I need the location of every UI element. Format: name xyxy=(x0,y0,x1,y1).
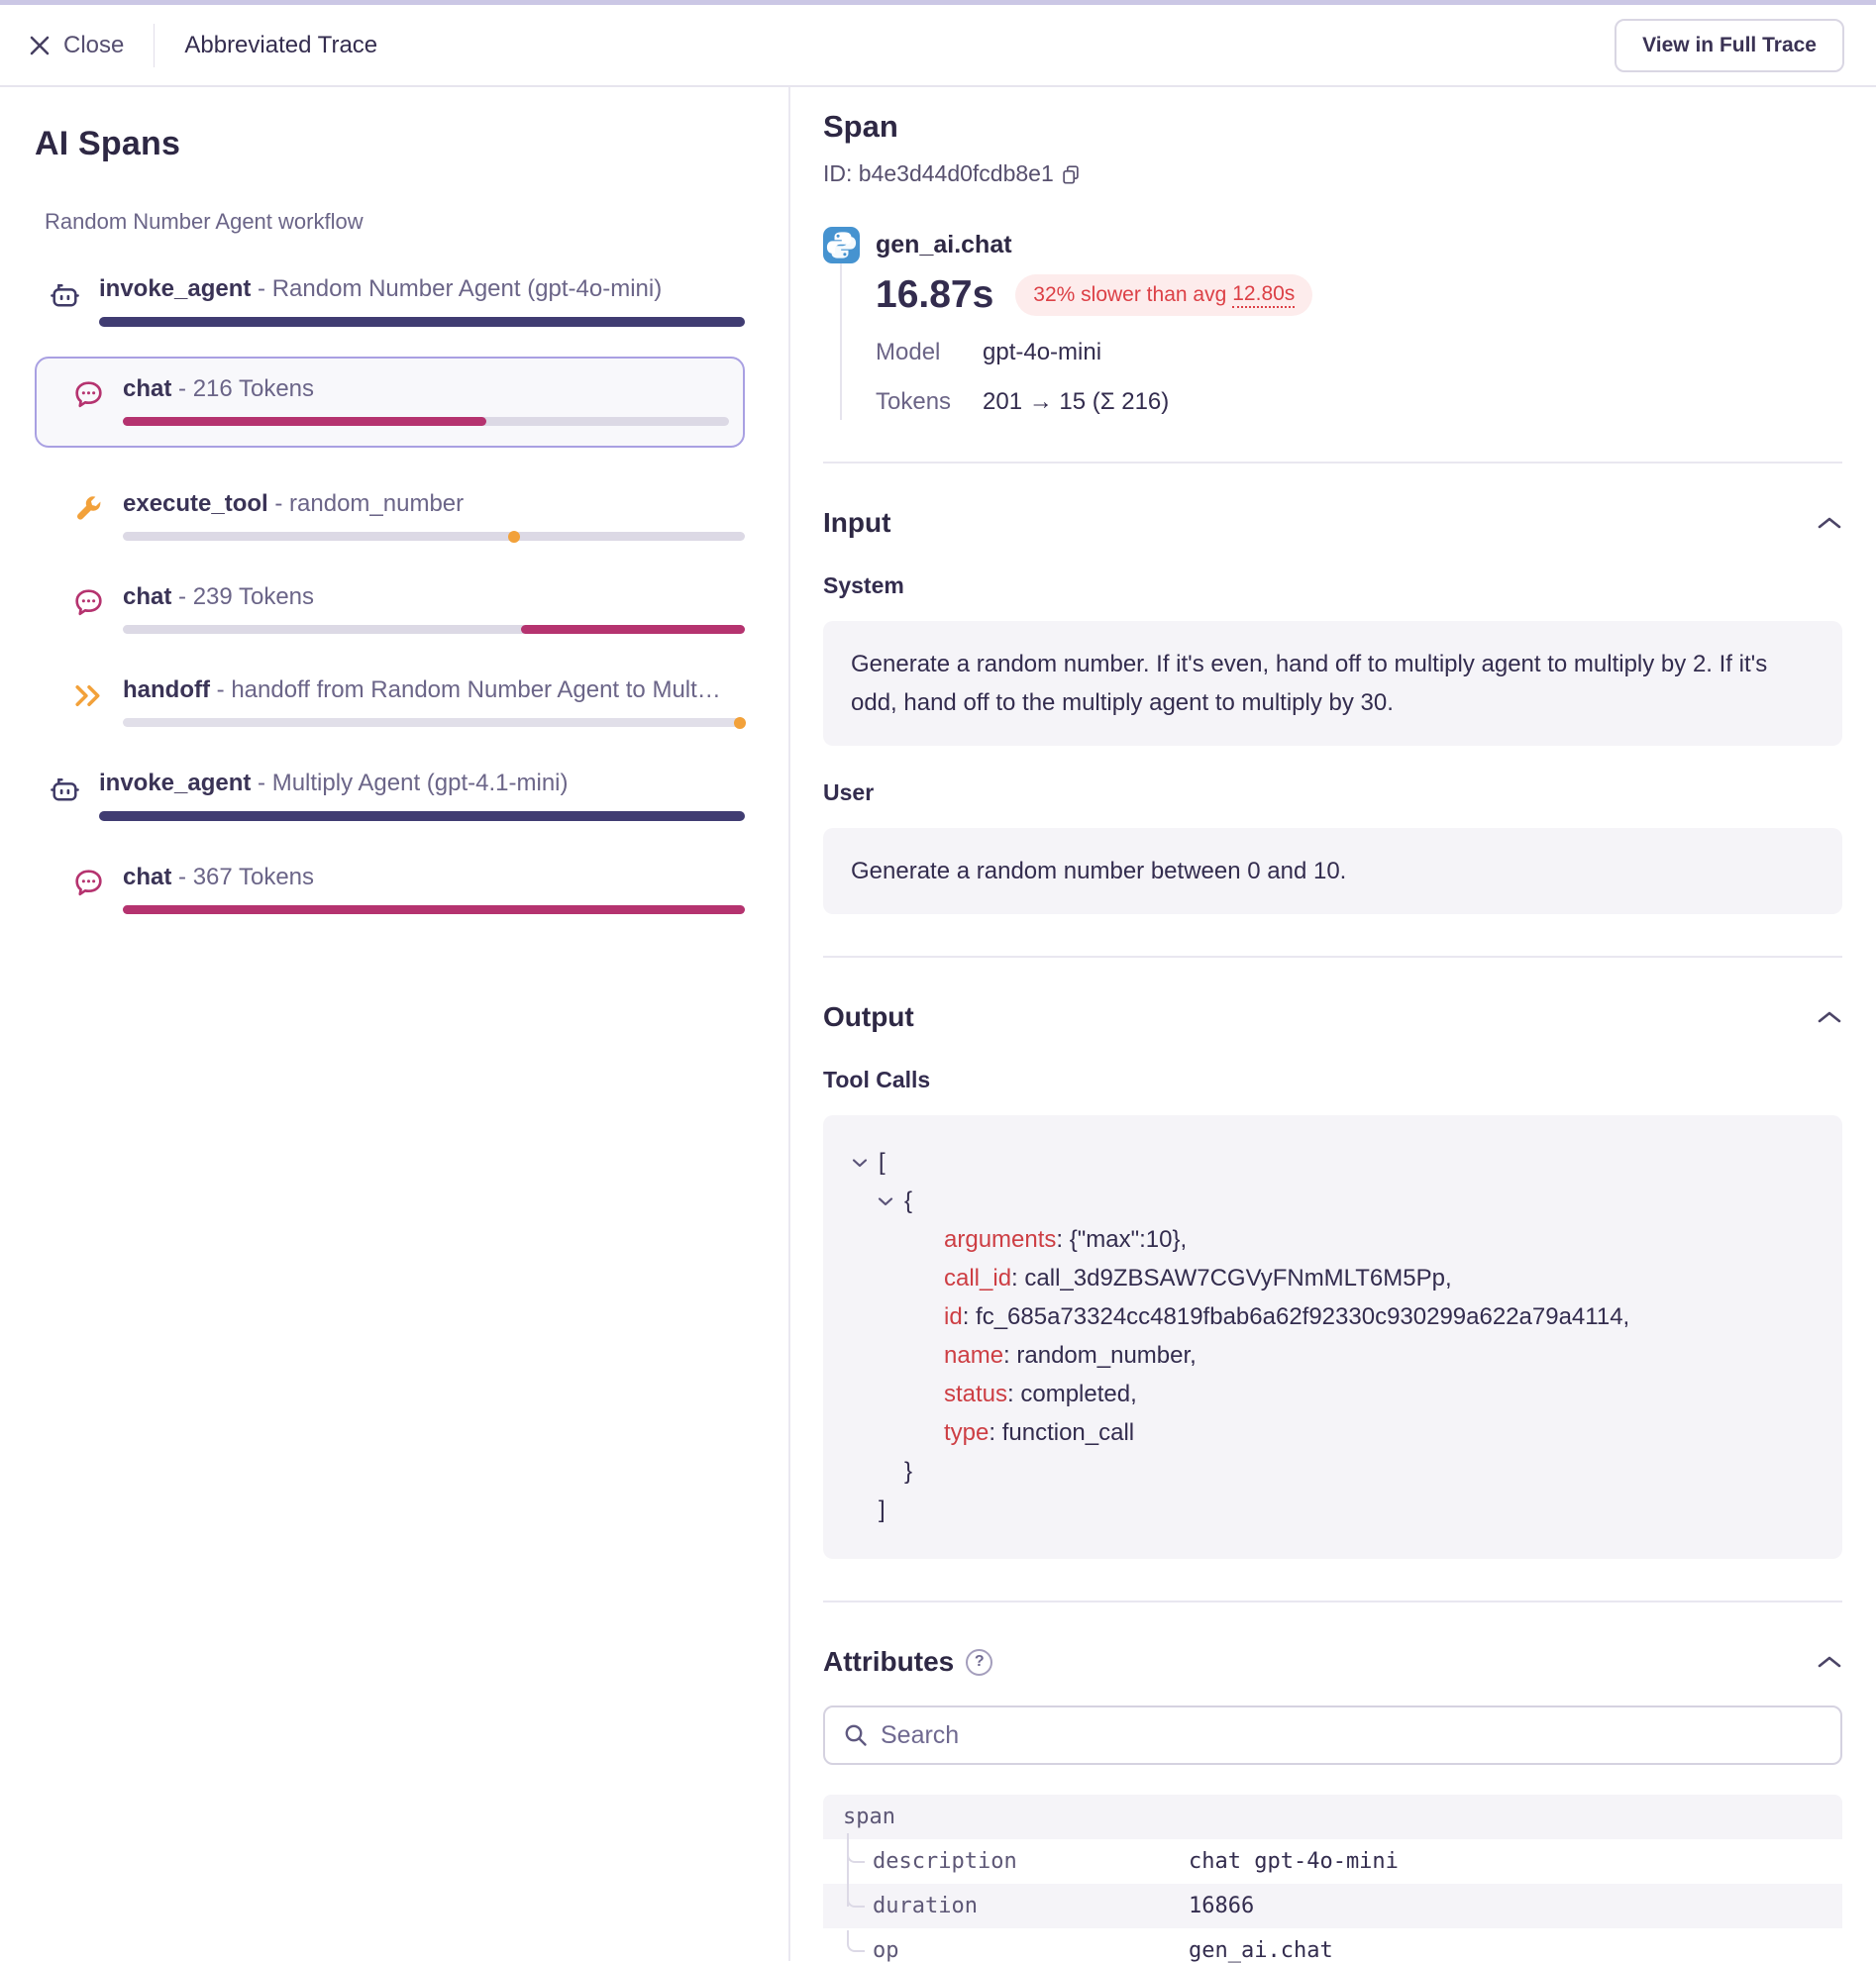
attr-row-duration: duration 16866 xyxy=(823,1884,1842,1928)
json-line: ] xyxy=(851,1491,1815,1529)
span-op-name: gen_ai.chat xyxy=(876,231,1012,259)
attributes-table: span description chat gpt-4o-mini durati… xyxy=(823,1795,1842,1963)
model-row: Model gpt-4o-mini xyxy=(876,339,1842,366)
chevron-down-icon[interactable] xyxy=(851,1157,869,1169)
span-label: invoke_agent - Random Number Agent (gpt-… xyxy=(99,274,745,304)
divider xyxy=(823,462,1842,464)
input-section-header: Input xyxy=(823,507,1842,539)
view-full-trace-button[interactable]: View in Full Trace xyxy=(1615,19,1844,72)
json-line: type: function_call xyxy=(851,1413,1815,1452)
span-duration-bar xyxy=(123,625,745,634)
span-label: chat - 216 Tokens xyxy=(123,374,729,404)
span-id: ID: b4e3d44d0fcdb8e1 xyxy=(823,160,1842,187)
attributes-section-header: Attributes ? xyxy=(823,1646,1842,1678)
span-label: handoff - handoff from Random Number Age… xyxy=(123,675,745,705)
attr-row-description: description chat gpt-4o-mini xyxy=(823,1839,1842,1884)
chat-icon xyxy=(70,584,107,621)
span-label: chat - 367 Tokens xyxy=(123,863,745,892)
topbar-divider xyxy=(154,24,155,67)
span-duration-bar xyxy=(123,532,745,541)
span-duration-bar xyxy=(99,811,745,821)
span-detail-heading: Span xyxy=(823,109,1842,145)
chat-icon xyxy=(70,865,107,901)
span-row-chat-367[interactable]: chat - 367 Tokens xyxy=(35,851,745,914)
collapse-output-icon[interactable] xyxy=(1817,1009,1842,1025)
tree-elbow xyxy=(847,1841,865,1863)
divider xyxy=(823,1601,1842,1602)
python-icon xyxy=(823,227,860,263)
search-input[interactable] xyxy=(881,1721,1823,1750)
json-line: call_id: call_3d9ZBSAW7CGVyFNmMLT6M5Pp, xyxy=(851,1259,1815,1297)
span-row-invoke-agent-multiply[interactable]: invoke_agent - Multiply Agent (gpt-4.1-m… xyxy=(35,757,745,821)
span-row-handoff[interactable]: handoff - handoff from Random Number Age… xyxy=(35,664,745,727)
span-label: chat - 239 Tokens xyxy=(123,582,745,612)
attr-row-span: span xyxy=(823,1795,1842,1839)
user-label: User xyxy=(823,779,1842,806)
json-line: status: completed, xyxy=(851,1375,1815,1413)
output-section-header: Output xyxy=(823,1001,1842,1033)
chevron-down-icon[interactable] xyxy=(877,1195,894,1207)
tokens-row: Tokens 201 → 15 (Σ 216) xyxy=(876,388,1842,416)
top-bar: Close Abbreviated Trace View in Full Tra… xyxy=(0,5,1876,87)
span-duration-bar xyxy=(99,317,745,327)
tool-calls-label: Tool Calls xyxy=(823,1067,1842,1093)
help-icon[interactable]: ? xyxy=(966,1649,992,1676)
robot-icon xyxy=(47,276,83,313)
attributes-heading: Attributes xyxy=(823,1646,954,1678)
close-button[interactable]: Close xyxy=(28,32,124,59)
search-icon xyxy=(843,1722,869,1748)
span-label: execute_tool - random_number xyxy=(123,489,745,519)
page-title: Abbreviated Trace xyxy=(184,32,377,59)
span-duration-bar xyxy=(123,417,729,426)
output-heading: Output xyxy=(823,1001,914,1033)
robot-icon xyxy=(47,771,83,807)
tool-calls-json: [ { arguments: {"max":10}, call_id: call… xyxy=(823,1115,1842,1559)
workflow-label: Random Number Agent workflow xyxy=(45,209,745,235)
collapse-attributes-icon[interactable] xyxy=(1817,1654,1842,1670)
handoff-icon xyxy=(70,677,107,714)
attributes-search[interactable] xyxy=(823,1705,1842,1765)
span-row-invoke-agent[interactable]: invoke_agent - Random Number Agent (gpt-… xyxy=(35,262,745,327)
wrench-icon xyxy=(70,491,107,528)
copy-icon[interactable] xyxy=(1060,163,1082,185)
avg-duration-link[interactable]: 12.80s xyxy=(1232,282,1295,308)
span-duration-bar xyxy=(123,718,745,727)
span-row-execute-tool[interactable]: execute_tool - random_number xyxy=(35,477,745,541)
system-label: System xyxy=(823,572,1842,599)
divider xyxy=(823,956,1842,958)
close-label: Close xyxy=(63,32,124,59)
span-row-chat-selected[interactable]: chat - 216 Tokens xyxy=(35,357,745,448)
json-line: name: random_number, xyxy=(851,1336,1815,1375)
input-heading: Input xyxy=(823,507,890,539)
span-duration: 16.87s xyxy=(876,273,993,317)
json-line: } xyxy=(851,1452,1815,1491)
json-line: arguments: {"max":10}, xyxy=(851,1220,1815,1259)
tree-elbow xyxy=(847,1886,865,1908)
user-message-box: Generate a random number between 0 and 1… xyxy=(823,828,1842,914)
span-duration-bar xyxy=(123,905,745,914)
collapse-input-icon[interactable] xyxy=(1817,515,1842,531)
attr-row-op: op gen_ai.chat xyxy=(823,1928,1842,1963)
ai-spans-panel: AI Spans Random Number Agent workflow in… xyxy=(0,87,790,1961)
json-line: id: fc_685a73324cc4819fbab6a62f92330c930… xyxy=(851,1297,1815,1336)
span-detail-panel: Span ID: b4e3d44d0fcdb8e1 gen_ai.chat 16… xyxy=(790,87,1876,1961)
close-icon xyxy=(28,34,52,57)
ai-spans-heading: AI Spans xyxy=(35,125,745,163)
tree-elbow xyxy=(847,1930,865,1952)
system-message-box: Generate a random number. If it's even, … xyxy=(823,621,1842,746)
chat-icon xyxy=(70,376,107,413)
span-list: invoke_agent - Random Number Agent (gpt-… xyxy=(35,262,745,914)
span-label: invoke_agent - Multiply Agent (gpt-4.1-m… xyxy=(99,769,745,798)
slower-than-avg-badge: 32% slower than avg 12.80s xyxy=(1015,274,1312,316)
span-row-chat-239[interactable]: chat - 239 Tokens xyxy=(35,570,745,634)
